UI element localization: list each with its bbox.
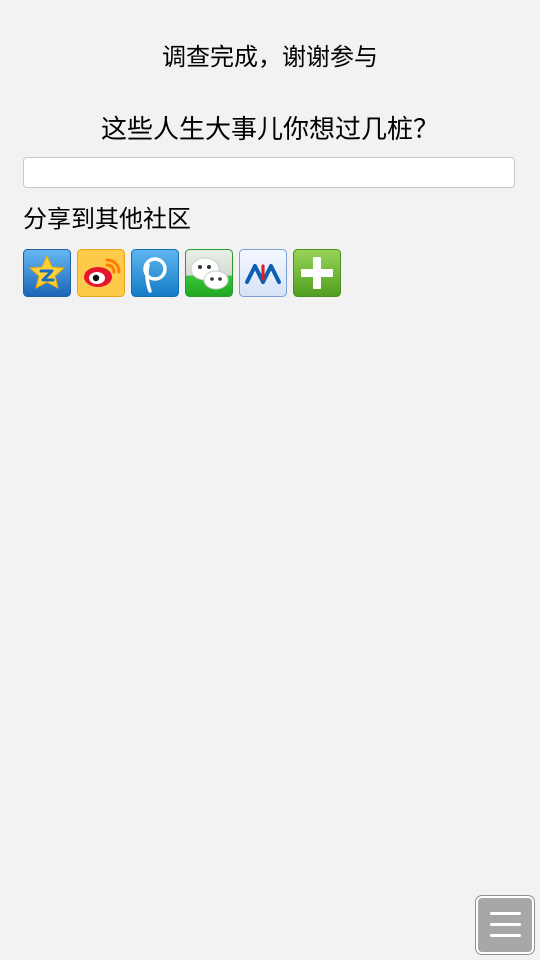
menu-button[interactable] xyxy=(476,896,534,954)
tencent-weibo-icon xyxy=(131,249,179,297)
share-tencent-weibo-button[interactable] xyxy=(131,249,179,297)
share-label: 分享到其他社区 xyxy=(23,205,191,233)
more-share-icon xyxy=(293,249,341,297)
qzone-icon xyxy=(23,249,71,297)
page-title: 调查完成，谢谢参与 xyxy=(162,43,378,71)
share-more-button[interactable] xyxy=(293,249,341,297)
share-weibo-button[interactable] xyxy=(77,249,125,297)
answer-field[interactable] xyxy=(23,157,515,188)
question-title: 这些人生大事儿你想过几桩？ xyxy=(100,115,439,145)
wechat-icon xyxy=(185,249,233,297)
share-wechat-button[interactable] xyxy=(185,249,233,297)
share-renren-button[interactable] xyxy=(239,249,287,297)
renren-icon xyxy=(239,249,287,297)
share-qzone-button[interactable] xyxy=(23,249,71,297)
weibo-icon xyxy=(77,249,125,297)
